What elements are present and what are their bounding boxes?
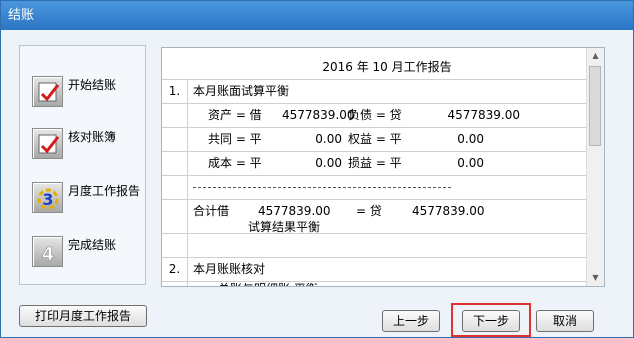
report-body: 2016 年 10 月工作报告 1. 本月账面试算平衡 资产 = 借 45778… <box>162 48 586 286</box>
separator-row <box>162 176 586 200</box>
step-monthly-report: 3 月度工作报告 <box>32 182 144 222</box>
step-label: 开始结账 <box>68 78 117 92</box>
report-title: 2016 年 10 月工作报告 <box>162 56 586 80</box>
ledger-check-text: 总账与明细账 平衡 <box>218 278 318 286</box>
checkmark-icon <box>32 128 63 159</box>
step-finish-closing: 4 完成结账 <box>32 236 144 276</box>
balance-row: 资产 = 借 4577839.00 负债 = 贷 4577839.00 <box>162 104 586 128</box>
dashed-separator <box>193 187 451 188</box>
step-4-icon: 4 <box>32 236 63 267</box>
profit-loss-label: 损益 = 平 <box>348 156 402 170</box>
step-label: 完成结账 <box>68 238 117 252</box>
blank-row <box>162 234 586 258</box>
cancel-button[interactable]: 取消 <box>536 310 594 332</box>
scroll-down-icon[interactable]: ▼ <box>587 270 604 286</box>
checkmark-icon <box>32 76 63 107</box>
result-row: 试算结果平衡 <box>162 210 586 234</box>
profit-loss-value: 0.00 <box>457 156 484 170</box>
scroll-up-icon[interactable]: ▲ <box>587 48 604 64</box>
equity-label: 权益 = 平 <box>348 132 402 146</box>
print-report-button[interactable]: 打印月度工作报告 <box>19 305 147 327</box>
step-check-ledgers: 核对账簿 <box>32 128 144 168</box>
section-number-blank <box>162 210 188 233</box>
section-number-blank <box>162 176 188 199</box>
section-number-blank <box>162 282 188 286</box>
asset-label: 资产 = 借 <box>208 108 262 122</box>
common-value: 0.00 <box>315 132 342 146</box>
cost-value: 0.00 <box>315 156 342 170</box>
trial-balance-result: 试算结果平衡 <box>248 220 321 234</box>
svg-text:4: 4 <box>42 244 55 265</box>
section-number: 2. <box>162 258 188 281</box>
section-number: 1. <box>162 80 188 103</box>
balance-row: 成本 = 平 0.00 损益 = 平 0.00 <box>162 152 586 176</box>
svg-text:3: 3 <box>42 190 53 209</box>
section-heading: 本月账面试算平衡 <box>193 84 290 98</box>
equity-value: 0.00 <box>457 132 484 146</box>
balance-row: 共同 = 平 0.00 权益 = 平 0.00 <box>162 128 586 152</box>
step-label: 月度工作报告 <box>68 184 141 198</box>
section-number-blank <box>162 104 188 127</box>
dialog-title: 结账 <box>1 1 633 30</box>
closing-dialog: 结账 开始结账 核对账簿 3 月度工作报告 4 完成结账 2016 年 10 月… <box>0 0 634 338</box>
section-number-blank <box>162 152 188 175</box>
scroll-thumb[interactable] <box>589 66 601 146</box>
common-label: 共同 = 平 <box>208 132 262 146</box>
section-number-blank <box>162 128 188 151</box>
previous-step-button[interactable]: 上一步 <box>382 310 440 332</box>
next-step-highlight <box>451 303 531 337</box>
report-title-text: 2016 年 10 月工作报告 <box>322 60 452 74</box>
step-3-icon: 3 <box>32 182 63 213</box>
liability-value: 4577839.00 <box>447 108 520 122</box>
section-1-heading-row: 1. 本月账面试算平衡 <box>162 80 586 104</box>
asset-value: 4577839.00 <box>282 108 355 122</box>
work-report-panel[interactable]: 2016 年 10 月工作报告 1. 本月账面试算平衡 资产 = 借 45778… <box>161 47 605 287</box>
partial-row: 总账与明细账 平衡 <box>162 282 586 286</box>
cost-label: 成本 = 平 <box>208 156 262 170</box>
steps-panel: 开始结账 核对账簿 3 月度工作报告 4 完成结账 <box>19 45 146 285</box>
step-label: 核对账簿 <box>68 130 117 144</box>
vertical-scrollbar[interactable]: ▲ ▼ <box>586 48 604 286</box>
liability-label: 负债 = 贷 <box>348 108 402 122</box>
step-start-closing: 开始结账 <box>32 76 144 116</box>
section-number-blank <box>162 234 188 257</box>
